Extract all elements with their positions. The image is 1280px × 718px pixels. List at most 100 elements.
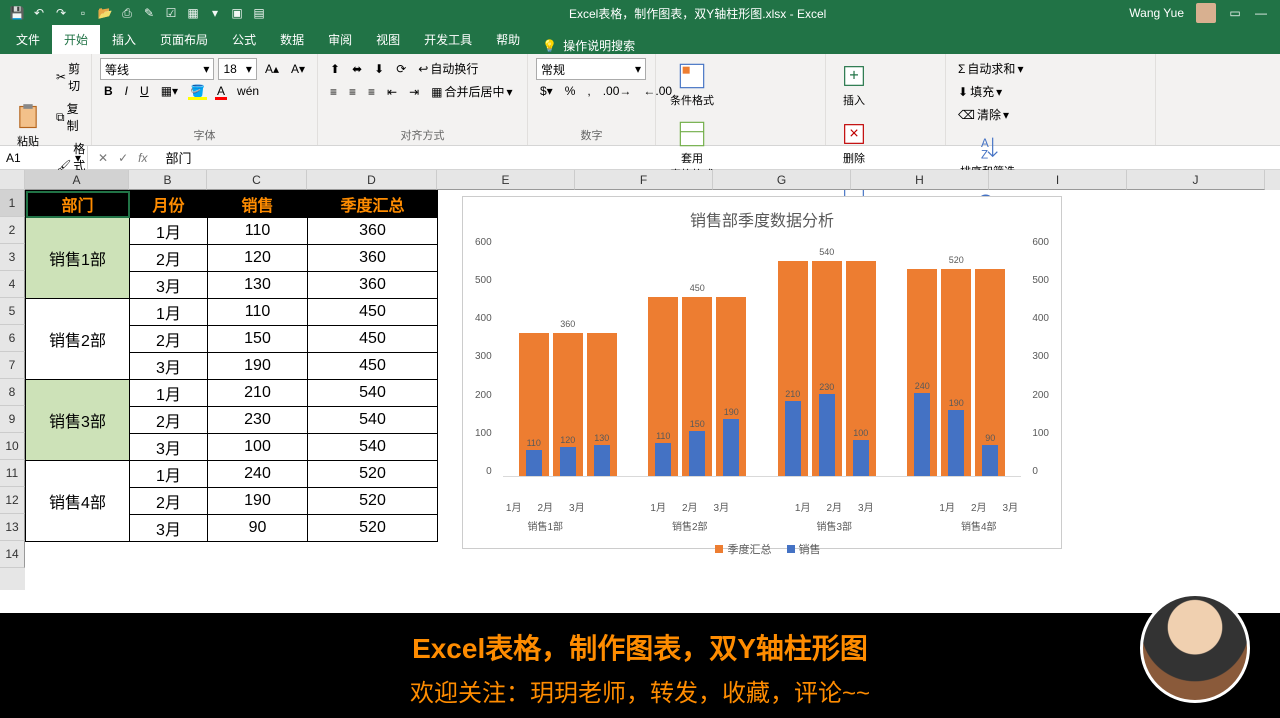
formula-input[interactable]: 部门 (157, 148, 1280, 167)
tab-file[interactable]: 文件 (4, 25, 52, 54)
align-left-icon[interactable]: ≡ (326, 83, 341, 101)
cell-C6[interactable]: 150 (208, 326, 308, 353)
cell-C10[interactable]: 100 (208, 434, 308, 461)
row-header-11[interactable]: 11 (0, 460, 25, 487)
cell-D4[interactable]: 360 (308, 272, 438, 299)
col-header-C[interactable]: C (207, 170, 307, 190)
italic-button[interactable]: I (121, 82, 132, 100)
undo-icon[interactable]: ↶ (32, 6, 46, 20)
cell-D9[interactable]: 540 (308, 407, 438, 434)
wrap-text-button[interactable]: ↩自动换行 (414, 58, 482, 79)
border-button[interactable]: ▦▾ (157, 82, 182, 100)
tab-data[interactable]: 数据 (268, 25, 316, 54)
cell-D5[interactable]: 450 (308, 299, 438, 326)
tab-layout[interactable]: 页面布局 (148, 25, 220, 54)
align-middle-icon[interactable]: ⬌ (348, 60, 366, 78)
cell-C4[interactable]: 130 (208, 272, 308, 299)
col-header-D[interactable]: D (307, 170, 437, 190)
cell-B2[interactable]: 1月 (130, 218, 208, 245)
col-header-H[interactable]: H (851, 170, 989, 190)
row-header-4[interactable]: 4 (0, 271, 25, 298)
cell-C7[interactable]: 190 (208, 353, 308, 380)
qat-icon-6[interactable]: ▤ (252, 6, 266, 20)
cell-D13[interactable]: 520 (308, 515, 438, 542)
cell-D8[interactable]: 540 (308, 380, 438, 407)
col-header-A[interactable]: A (25, 170, 129, 190)
col-header-G[interactable]: G (713, 170, 851, 190)
fill-color-button[interactable]: 🪣 (186, 82, 209, 100)
row-header-8[interactable]: 8 (0, 379, 25, 406)
cell-C5[interactable]: 110 (208, 299, 308, 326)
tab-review[interactable]: 审阅 (316, 25, 364, 54)
align-top-icon[interactable]: ⬆ (326, 60, 344, 78)
cell-C2[interactable]: 110 (208, 218, 308, 245)
decrease-indent-icon[interactable]: ⇤ (383, 83, 401, 101)
minimize-icon[interactable]: — (1254, 6, 1268, 20)
cell-dept4[interactable]: 销售4部 (26, 461, 130, 542)
tab-help[interactable]: 帮助 (484, 25, 532, 54)
col-header-J[interactable]: J (1127, 170, 1265, 190)
user-avatar-icon[interactable] (1196, 3, 1216, 23)
cell-C11[interactable]: 240 (208, 461, 308, 488)
cut-button[interactable]: ✂剪切 (52, 58, 89, 96)
row-header-3[interactable]: 3 (0, 244, 25, 271)
row-header-7[interactable]: 7 (0, 352, 25, 379)
qat-icon-4[interactable]: ▾ (208, 6, 222, 20)
cells-area[interactable]: 部门 月份 销售 季度汇总 销售1部1月110360 2月120360 3月13… (25, 190, 1280, 590)
redo-icon[interactable]: ↷ (54, 6, 68, 20)
percent-icon[interactable]: % (561, 82, 580, 100)
cell-C12[interactable]: 190 (208, 488, 308, 515)
cell-B11[interactable]: 1月 (130, 461, 208, 488)
insert-cells-button[interactable]: +插入 (834, 58, 874, 112)
cell-dept2[interactable]: 销售2部 (26, 299, 130, 380)
increase-font-icon[interactable]: A▴ (261, 60, 283, 78)
font-color-button[interactable]: A (213, 82, 229, 100)
row-header-2[interactable]: 2 (0, 217, 25, 244)
cell-B7[interactable]: 3月 (130, 353, 208, 380)
col-header-E[interactable]: E (437, 170, 575, 190)
align-bottom-icon[interactable]: ⬇ (370, 60, 388, 78)
tab-home[interactable]: 开始 (52, 25, 100, 54)
cell-B6[interactable]: 2月 (130, 326, 208, 353)
cell-D3[interactable]: 360 (308, 245, 438, 272)
row-header-13[interactable]: 13 (0, 514, 25, 541)
conditional-format-button[interactable]: 条件格式 (664, 58, 720, 112)
cell-B8[interactable]: 1月 (130, 380, 208, 407)
col-header-B[interactable]: B (129, 170, 207, 190)
autosum-button[interactable]: Σ自动求和▾ (954, 58, 1027, 79)
orientation-icon[interactable]: ⟳ (392, 60, 410, 78)
row-header-6[interactable]: 6 (0, 325, 25, 352)
fill-button[interactable]: ⬇填充▾ (954, 81, 1027, 102)
cell-D2[interactable]: 360 (308, 218, 438, 245)
font-size-dropdown[interactable]: 18▾ (218, 58, 256, 80)
new-icon[interactable]: ▫ (76, 6, 90, 20)
qat-icon-5[interactable]: ▣ (230, 6, 244, 20)
col-header-I[interactable]: I (989, 170, 1127, 190)
align-center-icon[interactable]: ≡ (345, 83, 360, 101)
col-header-F[interactable]: F (575, 170, 713, 190)
merge-button[interactable]: ▦合并后居中▾ (427, 81, 516, 102)
tell-me[interactable]: 💡 操作说明搜索 (532, 37, 645, 54)
cancel-icon[interactable]: ✕ (98, 151, 108, 165)
font-name-dropdown[interactable]: 等线▾ (100, 58, 214, 80)
cell-B9[interactable]: 2月 (130, 407, 208, 434)
row-header-1[interactable]: 1 (0, 190, 25, 217)
cell-C13[interactable]: 90 (208, 515, 308, 542)
enter-icon[interactable]: ✓ (118, 151, 128, 165)
ribbon-display-icon[interactable]: ▭ (1228, 6, 1242, 20)
align-right-icon[interactable]: ≡ (364, 83, 379, 101)
cell-B13[interactable]: 3月 (130, 515, 208, 542)
cell-B1[interactable]: 月份 (130, 191, 208, 218)
print-icon[interactable]: ⎙ (120, 6, 134, 20)
phonetic-button[interactable]: wén (233, 82, 263, 100)
clear-button[interactable]: ⌫清除▾ (954, 104, 1027, 125)
open-icon[interactable]: 📂 (98, 6, 112, 20)
row-header-9[interactable]: 9 (0, 406, 25, 433)
select-all-corner[interactable] (0, 170, 25, 190)
copy-button[interactable]: ⧉复制 (52, 98, 89, 136)
row-header-10[interactable]: 10 (0, 433, 25, 460)
bold-button[interactable]: B (100, 82, 117, 100)
cell-dept3[interactable]: 销售3部 (26, 380, 130, 461)
accounting-icon[interactable]: $▾ (536, 82, 557, 100)
qat-icon-3[interactable]: ▦ (186, 6, 200, 20)
